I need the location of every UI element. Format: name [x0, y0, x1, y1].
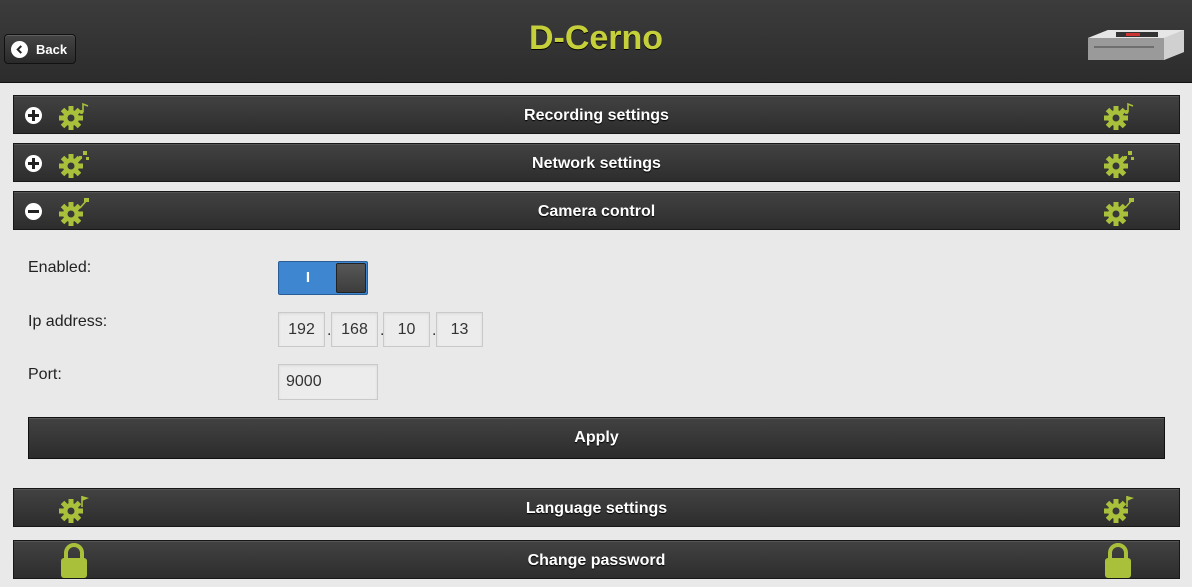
section-language-settings[interactable]: Language settings [13, 488, 1180, 527]
section-label: Change password [527, 552, 666, 569]
section-label: Language settings [525, 500, 668, 517]
toggle-on-text: I [305, 269, 311, 286]
ip-octet-3-input[interactable]: 10 [383, 312, 430, 347]
ip-octet-2-input[interactable]: 168 [331, 312, 378, 347]
section-camera-control[interactable]: Camera control [13, 191, 1180, 230]
section-network-settings[interactable]: Network settings [13, 143, 1180, 182]
ip-address-label: Ip address: [28, 313, 108, 330]
device-image [1088, 30, 1184, 60]
section-label: Network settings [532, 155, 661, 172]
toggle-knob[interactable] [336, 263, 366, 293]
gear-flag-icon [1104, 496, 1134, 523]
lock-icon [1105, 543, 1131, 578]
apply-button[interactable]: Apply [28, 417, 1165, 459]
port-input[interactable]: 9000 [278, 364, 378, 400]
gear-network-icon [1104, 151, 1134, 178]
port-label: Port: [28, 366, 62, 383]
app-header: Back D-Cerno [0, 0, 1192, 83]
section-label: Recording settings [524, 107, 669, 124]
gear-camera-icon [1104, 198, 1134, 226]
enabled-toggle[interactable]: I [278, 261, 368, 295]
section-label: Camera control [537, 203, 656, 220]
section-change-password[interactable]: Change password [13, 540, 1180, 579]
section-recording-settings[interactable]: Recording settings [13, 95, 1180, 134]
ip-octet-1-input[interactable]: 192 [278, 312, 325, 347]
gear-music-icon [1104, 102, 1134, 130]
enabled-label: Enabled: [28, 259, 92, 276]
ip-octet-4-input[interactable]: 13 [436, 312, 483, 347]
page-title: D-Cerno [528, 19, 664, 57]
